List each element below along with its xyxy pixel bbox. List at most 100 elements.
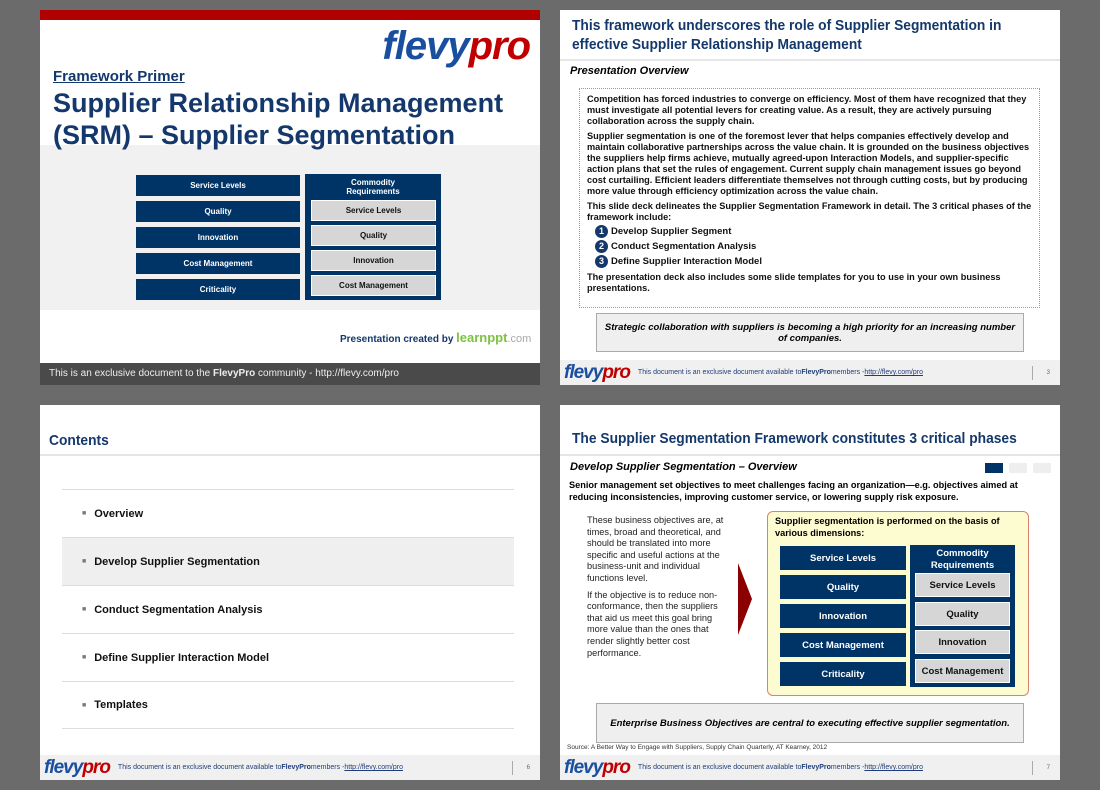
footer-text: members - [830, 764, 865, 771]
dimension-box: Criticality [136, 279, 300, 300]
phase-label: Develop Supplier Segment [611, 226, 732, 237]
toc-item-overview[interactable]: ■ Overview [62, 489, 514, 537]
callout-box: Strategic collaboration with suppliers i… [596, 313, 1024, 352]
footer-text: This is an exclusive document to the [49, 368, 213, 379]
slide-framework[interactable]: The Supplier Segmentation Framework cons… [560, 405, 1060, 780]
dimension-box: Service Levels [136, 175, 300, 196]
section-subtitle: Presentation Overview [570, 65, 689, 77]
toc-item-conduct[interactable]: ■ Conduct Segmentation Analysis [62, 585, 514, 633]
phase-item: 1 Develop Supplier Segment [595, 224, 1033, 239]
footer-text: FlevyPro [801, 764, 831, 771]
slide-title[interactable]: flevypro Framework Primer Supplier Relat… [40, 10, 540, 385]
slide-title: The Supplier Segmentation Framework cons… [572, 430, 1017, 447]
footer-link[interactable]: http://flevy.com/pro [344, 764, 403, 771]
commodity-box: Quality [915, 602, 1010, 626]
footer-text: This document is an exclusive document a… [637, 369, 802, 376]
footer-text: members - [310, 764, 345, 771]
footer-text: members - [830, 369, 865, 376]
number-badge: 3 [595, 255, 608, 268]
phase-item: 2 Conduct Segmentation Analysis [595, 239, 1033, 254]
flevypro-logo: flevypro [564, 756, 631, 778]
commodity-box: Service Levels [915, 573, 1010, 597]
footer-text: This document is an exclusive document a… [637, 764, 802, 771]
paragraph: This slide deck delineates the Supplier … [587, 201, 1032, 222]
slide-contents[interactable]: Contents ■ Overview ■ Develop Supplier Seg… [40, 405, 540, 780]
dimension-box: Quality [136, 201, 300, 222]
footer-link[interactable]: http://flevy.com/pro [864, 764, 923, 771]
intro-text: Senior management set objectives to meet… [569, 480, 1018, 502]
slide-overview[interactable]: This framework underscores the role of S… [560, 10, 1060, 385]
toc-label: Develop Supplier Segmentation [94, 555, 260, 568]
toc-item-templates[interactable]: ■ Templates [62, 681, 514, 729]
logo-text: pro [468, 24, 531, 68]
phase-label: Define Supplier Interaction Model [611, 256, 762, 267]
arrow-right-icon [738, 563, 752, 635]
toc-label: Conduct Segmentation Analysis [94, 603, 263, 616]
source-note: Source: A Better Way to Engage with Supp… [567, 744, 828, 751]
progress-step [1009, 463, 1027, 473]
section-subtitle: Develop Supplier Segmentation – Overview [570, 461, 797, 473]
commodity-header: Commodity Requirements [930, 548, 995, 571]
commodity-box: Service Levels [311, 200, 436, 221]
footer-bar: flevypro This document is an exclusive do… [560, 360, 1060, 385]
toc-label: Define Supplier Interaction Model [94, 651, 270, 664]
toc-item-develop[interactable]: ■ Develop Supplier Segmentation [62, 537, 514, 585]
commodity-header: Commodity Requirements [346, 178, 400, 196]
phase-item: 3 Define Supplier Interaction Model [595, 254, 1033, 269]
panel-title: Supplier segmentation is performed on th… [775, 516, 1000, 538]
footer-text: This document is an exclusive document a… [117, 764, 282, 771]
flevypro-logo: flevypro [382, 24, 531, 69]
dimension-box: Criticality [780, 662, 906, 686]
page-number: 7 [1031, 760, 1050, 775]
page-number: 3 [1031, 365, 1050, 380]
page-title: Supplier Relationship Management (SRM) – … [53, 87, 503, 151]
kicker: Framework Primer [53, 68, 185, 85]
footer-text: community - http://flevy.com/pro [255, 368, 399, 379]
progress-indicator [985, 463, 1051, 473]
dimension-box: Innovation [136, 227, 300, 248]
dimension-box: Cost Management [136, 253, 300, 274]
divider [560, 59, 1060, 61]
number-badge: 2 [595, 240, 608, 253]
phase-label: Conduct Segmentation Analysis [611, 241, 757, 252]
number-badge: 1 [595, 225, 608, 238]
dimension-box: Innovation [780, 604, 906, 628]
logo-text: flevy [382, 24, 469, 68]
commodity-box: Quality [311, 225, 436, 246]
dimension-box: Cost Management [780, 633, 906, 657]
title-line: (SRM) – Supplier Segmentation [53, 120, 456, 150]
footer-bar: flevypro This document is an exclusive do… [560, 755, 1060, 780]
phase-list: 1 Develop Supplier Segment 2 Conduct Segme… [587, 224, 1033, 269]
paragraph: These business objectives are, at times,… [587, 515, 724, 583]
footer-bar: This is an exclusive document to the Fle… [40, 363, 540, 385]
divider [40, 454, 540, 456]
created-by-text: Presentation created by [340, 334, 454, 345]
overview-text-box: Competition has forced industries to con… [579, 88, 1040, 308]
page-number: 6 [511, 760, 530, 775]
flevypro-logo: flevypro [44, 756, 111, 778]
paragraph: Competition has forced industries to con… [587, 94, 1027, 126]
learnppt-logo: .com [507, 333, 532, 345]
paragraph: The presentation deck also includes some… [587, 272, 1001, 293]
paragraph: Supplier segmentation is one of the fore… [587, 131, 1030, 196]
paragraph: If the objective is to reduce non-confor… [587, 589, 718, 658]
toc-label: Overview [94, 507, 144, 520]
footer-text: FlevyPro [212, 368, 256, 379]
footer-bar: flevypro This document is an exclusive do… [40, 755, 540, 780]
footer-link[interactable]: http://flevy.com/pro [864, 369, 923, 376]
commodity-box: Cost Management [915, 659, 1010, 683]
progress-step [1033, 463, 1051, 473]
slide-title: This framework underscores the role of S… [572, 17, 1002, 53]
slide-title: Contents [49, 432, 109, 449]
dimension-box: Quality [780, 575, 906, 599]
commodity-box: Cost Management [311, 275, 436, 296]
left-text: These business objectives are, at times,… [587, 515, 727, 659]
progress-step-active [985, 463, 1003, 473]
divider [560, 454, 1060, 456]
callout-box: Enterprise Business Objectives are centr… [596, 703, 1024, 743]
commodity-box: Innovation [311, 250, 436, 271]
learnppt-logo: learnppt [456, 330, 508, 345]
toc-item-define[interactable]: ■ Define Supplier Interaction Model [62, 633, 514, 681]
footer-text: FlevyPro [281, 764, 311, 771]
flevypro-logo: flevypro [564, 361, 631, 383]
